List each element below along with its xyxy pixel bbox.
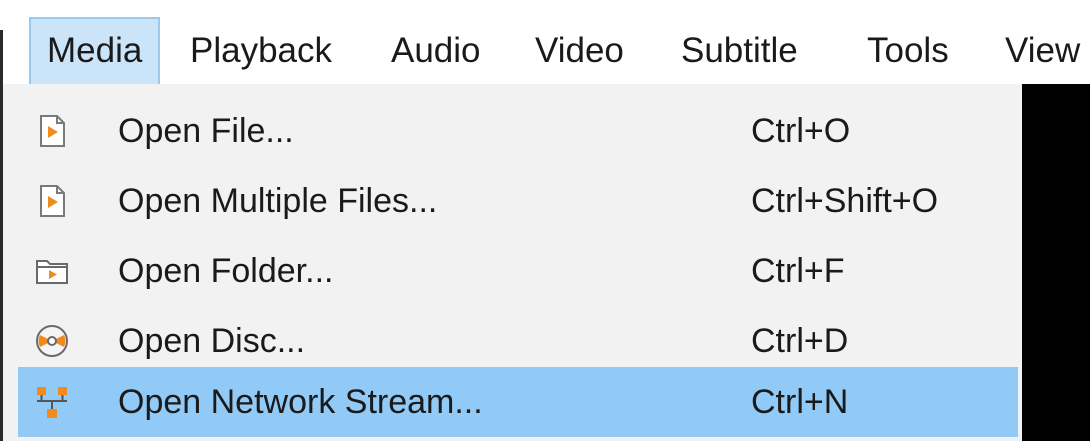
menu-item-label: Open File... [118,112,294,150]
menu-media[interactable]: Media [29,17,161,85]
menu-item-shortcut: Ctrl+F [751,252,845,290]
menu-item-label: Open Disc... [118,322,306,360]
video-area [1022,84,1090,441]
menu-audio[interactable]: Audio [391,17,481,85]
menu-item-label: Open Folder... [118,252,334,290]
file-play-icon [34,113,70,149]
menu-item-open-disc[interactable]: Open Disc... Ctrl+D [18,306,1018,376]
menu-item-shortcut: Ctrl+D [751,322,849,360]
menu-item-shortcut: Ctrl+Shift+O [751,182,939,220]
menu-item-open-folder[interactable]: Open Folder... Ctrl+F [18,236,1018,306]
menu-item-label: Open Multiple Files... [118,182,438,220]
menu-video[interactable]: Video [535,17,624,85]
menu-item-open-file[interactable]: Open File... Ctrl+O [18,96,1018,166]
menu-playback[interactable]: Playback [190,17,332,85]
network-icon [34,384,70,420]
menu-item-open-multiple-files[interactable]: Open Multiple Files... Ctrl+Shift+O [18,166,1018,236]
menu-item-label: Open Network Stream... [118,383,483,421]
menu-item-open-network-stream[interactable]: Open Network Stream... Ctrl+N [18,367,1018,437]
menu-item-shortcut: Ctrl+N [751,383,849,421]
menu-tools[interactable]: Tools [867,17,949,85]
disc-icon [34,323,70,359]
media-dropdown-menu: Open File... Ctrl+O Open Multiple Files.… [3,84,1022,441]
menu-subtitle[interactable]: Subtitle [681,17,798,85]
folder-play-icon [34,253,70,289]
menu-view[interactable]: View [1005,17,1080,85]
menu-item-shortcut: Ctrl+O [751,112,851,150]
file-play-icon [34,183,70,219]
menu-bar: Media Playback Audio Video Subtitle Tool… [3,0,1090,85]
